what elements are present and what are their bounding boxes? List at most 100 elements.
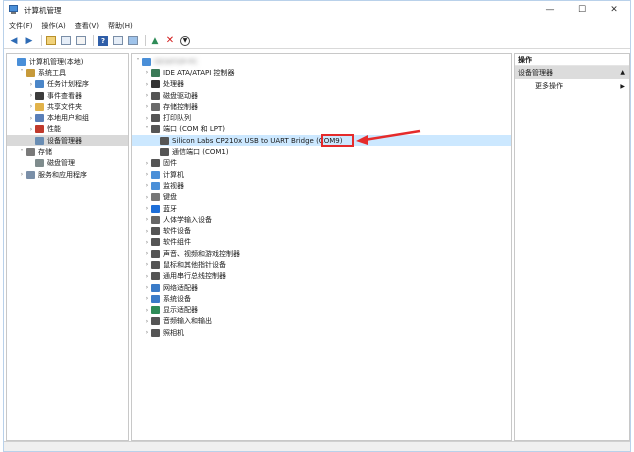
device-tree-row[interactable]: › 打印队列 <box>132 112 511 123</box>
expand-chevron-icon[interactable]: › <box>143 250 151 257</box>
title-bar[interactable]: 计算机管理 — ☐ ✕ <box>4 1 630 19</box>
maximize-button[interactable]: ☐ <box>566 1 598 19</box>
expand-chevron-icon[interactable]: › <box>143 103 151 110</box>
device-tree-row[interactable]: › 存储控制器 <box>132 101 511 112</box>
console-tree-row[interactable]: 磁盘管理 <box>7 158 128 169</box>
disk-icon <box>151 91 160 100</box>
expand-chevron-icon[interactable]: › <box>18 171 26 178</box>
device-tree-label: 通用串行总线控制器 <box>163 272 226 281</box>
menu-action[interactable]: 操作(A) <box>42 21 66 31</box>
up-folder-icon[interactable] <box>45 35 57 47</box>
expand-chevron-icon[interactable]: › <box>27 115 35 122</box>
expand-chevron-icon[interactable]: › <box>143 329 151 336</box>
device-tree-row[interactable]: › 计算机 <box>132 169 511 180</box>
expand-chevron-icon[interactable]: › <box>143 194 151 201</box>
device-tree-row[interactable]: › 声音、视频和游戏控制器 <box>132 248 511 259</box>
help-icon[interactable]: ? <box>97 35 109 47</box>
expand-chevron-icon[interactable]: › <box>143 295 151 302</box>
console-tree-row[interactable]: 计算机管理(本地) <box>7 56 128 67</box>
computer-icon <box>142 57 151 66</box>
device-tree-row[interactable]: › 键盘 <box>132 192 511 203</box>
download-icon[interactable]: ▼ <box>179 35 191 47</box>
device-tree-row[interactable]: › 蓝牙 <box>132 203 511 214</box>
console-tree-row[interactable]: › 本地用户和组 <box>7 112 128 123</box>
expand-chevron-icon[interactable]: › <box>27 81 35 88</box>
expand-chevron-icon[interactable]: › <box>143 69 151 76</box>
expand-chevron-icon[interactable]: › <box>27 103 35 110</box>
device-tree-row[interactable]: ˅ DESKTOP-PC <box>132 56 511 67</box>
console-tree-row[interactable]: › 性能 <box>7 124 128 135</box>
update-driver-icon[interactable]: ▲ <box>149 35 161 47</box>
device-tree-row[interactable]: › 软件设备 <box>132 225 511 236</box>
show-hide-tree-icon[interactable] <box>60 35 72 47</box>
expand-chevron-icon[interactable]: ˅ <box>18 149 26 156</box>
device-tree-row[interactable]: › 处理器 <box>132 79 511 90</box>
expand-chevron-icon[interactable]: › <box>143 318 151 325</box>
com-port-annotation-box <box>321 134 354 147</box>
actions-section-device-manager[interactable]: 设备管理器 ▲ <box>515 66 629 79</box>
device-tree-row[interactable]: › IDE ATA/ATAPI 控制器 <box>132 67 511 78</box>
back-arrow-icon[interactable]: ◀ <box>8 35 20 47</box>
console-tree-row[interactable]: › 事件查看器 <box>7 90 128 101</box>
console-tree-row[interactable]: › 服务和应用程序 <box>7 169 128 180</box>
expand-chevron-icon[interactable]: ˅ <box>18 69 26 76</box>
expand-chevron-icon[interactable]: ˅ <box>143 126 151 133</box>
expand-chevron-icon[interactable]: › <box>143 81 151 88</box>
expand-chevron-icon[interactable]: › <box>143 273 151 280</box>
event-icon <box>35 91 44 100</box>
device-tree-label: 键盘 <box>163 193 177 202</box>
forward-arrow-icon[interactable]: ▶ <box>23 35 35 47</box>
expand-chevron-icon[interactable]: › <box>143 115 151 122</box>
console-tree-label: 系统工具 <box>38 68 66 77</box>
view-icon[interactable] <box>112 35 124 47</box>
device-tree-row[interactable]: › 磁盘驱动器 <box>132 90 511 101</box>
more-actions-item[interactable]: 更多操作 ▶ <box>515 79 629 93</box>
device-tree-row[interactable]: › 固件 <box>132 158 511 169</box>
monitor-icon[interactable] <box>127 35 139 47</box>
device-tree-row[interactable]: › 照相机 <box>132 327 511 338</box>
expand-chevron-icon[interactable]: › <box>143 284 151 291</box>
device-tree-row[interactable]: › 音频输入和输出 <box>132 316 511 327</box>
device-tree-row[interactable]: › 系统设备 <box>132 293 511 304</box>
device-tree-row[interactable]: › 人体学输入设备 <box>132 214 511 225</box>
console-tree-row[interactable]: › 任务计划程序 <box>7 79 128 90</box>
expand-chevron-icon[interactable]: › <box>143 171 151 178</box>
device-tree-row[interactable]: › 软件组件 <box>132 237 511 248</box>
device-tree-row[interactable]: 通信端口 (COM1) <box>132 146 511 157</box>
console-tree-row[interactable]: 设备管理器 <box>7 135 128 147</box>
menu-help[interactable]: 帮助(H) <box>108 21 133 31</box>
close-button[interactable]: ✕ <box>598 1 630 19</box>
content-area: 计算机管理(本地) ˅ 系统工具 › 任务计划程序 › 事件查看器 › 共享文件夹 › 本地用户和组… <box>4 49 630 441</box>
expand-chevron-icon[interactable]: › <box>143 228 151 235</box>
expand-chevron-icon[interactable]: › <box>143 160 151 167</box>
expand-chevron-icon[interactable]: › <box>143 307 151 314</box>
console-tree-row[interactable]: ˅ 系统工具 <box>7 67 128 78</box>
device-tree-row[interactable]: › 网络适配器 <box>132 282 511 293</box>
menu-file[interactable]: 文件(F) <box>9 21 33 31</box>
console-tree-row[interactable]: ˅ 存储 <box>7 146 128 157</box>
device-tree-row[interactable]: › 鼠标和其他指针设备 <box>132 259 511 270</box>
expand-chevron-icon[interactable]: › <box>143 182 151 189</box>
device-tree-row[interactable]: › 通用串行总线控制器 <box>132 271 511 282</box>
expand-chevron-icon[interactable]: › <box>27 92 35 99</box>
expand-chevron-icon[interactable]: › <box>143 261 151 268</box>
monitor-icon <box>151 181 160 190</box>
expand-chevron-icon[interactable]: › <box>143 205 151 212</box>
device-tree-row[interactable]: › 监视器 <box>132 180 511 191</box>
device-tree-pane[interactable]: ˅ DESKTOP-PC › IDE ATA/ATAPI 控制器 › 处理器 › 磁盘驱动器 ›… <box>131 53 512 441</box>
software-component-icon <box>151 238 160 247</box>
device-tree-label: IDE ATA/ATAPI 控制器 <box>163 68 235 77</box>
console-tree-pane[interactable]: 计算机管理(本地) ˅ 系统工具 › 任务计划程序 › 事件查看器 › 共享文件夹 › 本地用户和组… <box>6 53 129 441</box>
device-tree-row[interactable]: › 显示适配器 <box>132 305 511 316</box>
console-tree-row[interactable]: › 共享文件夹 <box>7 101 128 112</box>
expand-chevron-icon[interactable]: ˅ <box>134 58 142 65</box>
menu-view[interactable]: 查看(V) <box>75 21 99 31</box>
minimize-button[interactable]: — <box>534 1 566 19</box>
expand-chevron-icon[interactable]: › <box>143 216 151 223</box>
properties-icon[interactable] <box>75 35 87 47</box>
uninstall-icon[interactable]: ✕ <box>164 35 176 47</box>
expand-chevron-icon[interactable]: › <box>143 239 151 246</box>
expand-chevron-icon[interactable]: › <box>27 126 35 133</box>
collapse-arrow-icon[interactable]: ▲ <box>620 69 625 76</box>
expand-chevron-icon[interactable]: › <box>143 92 151 99</box>
